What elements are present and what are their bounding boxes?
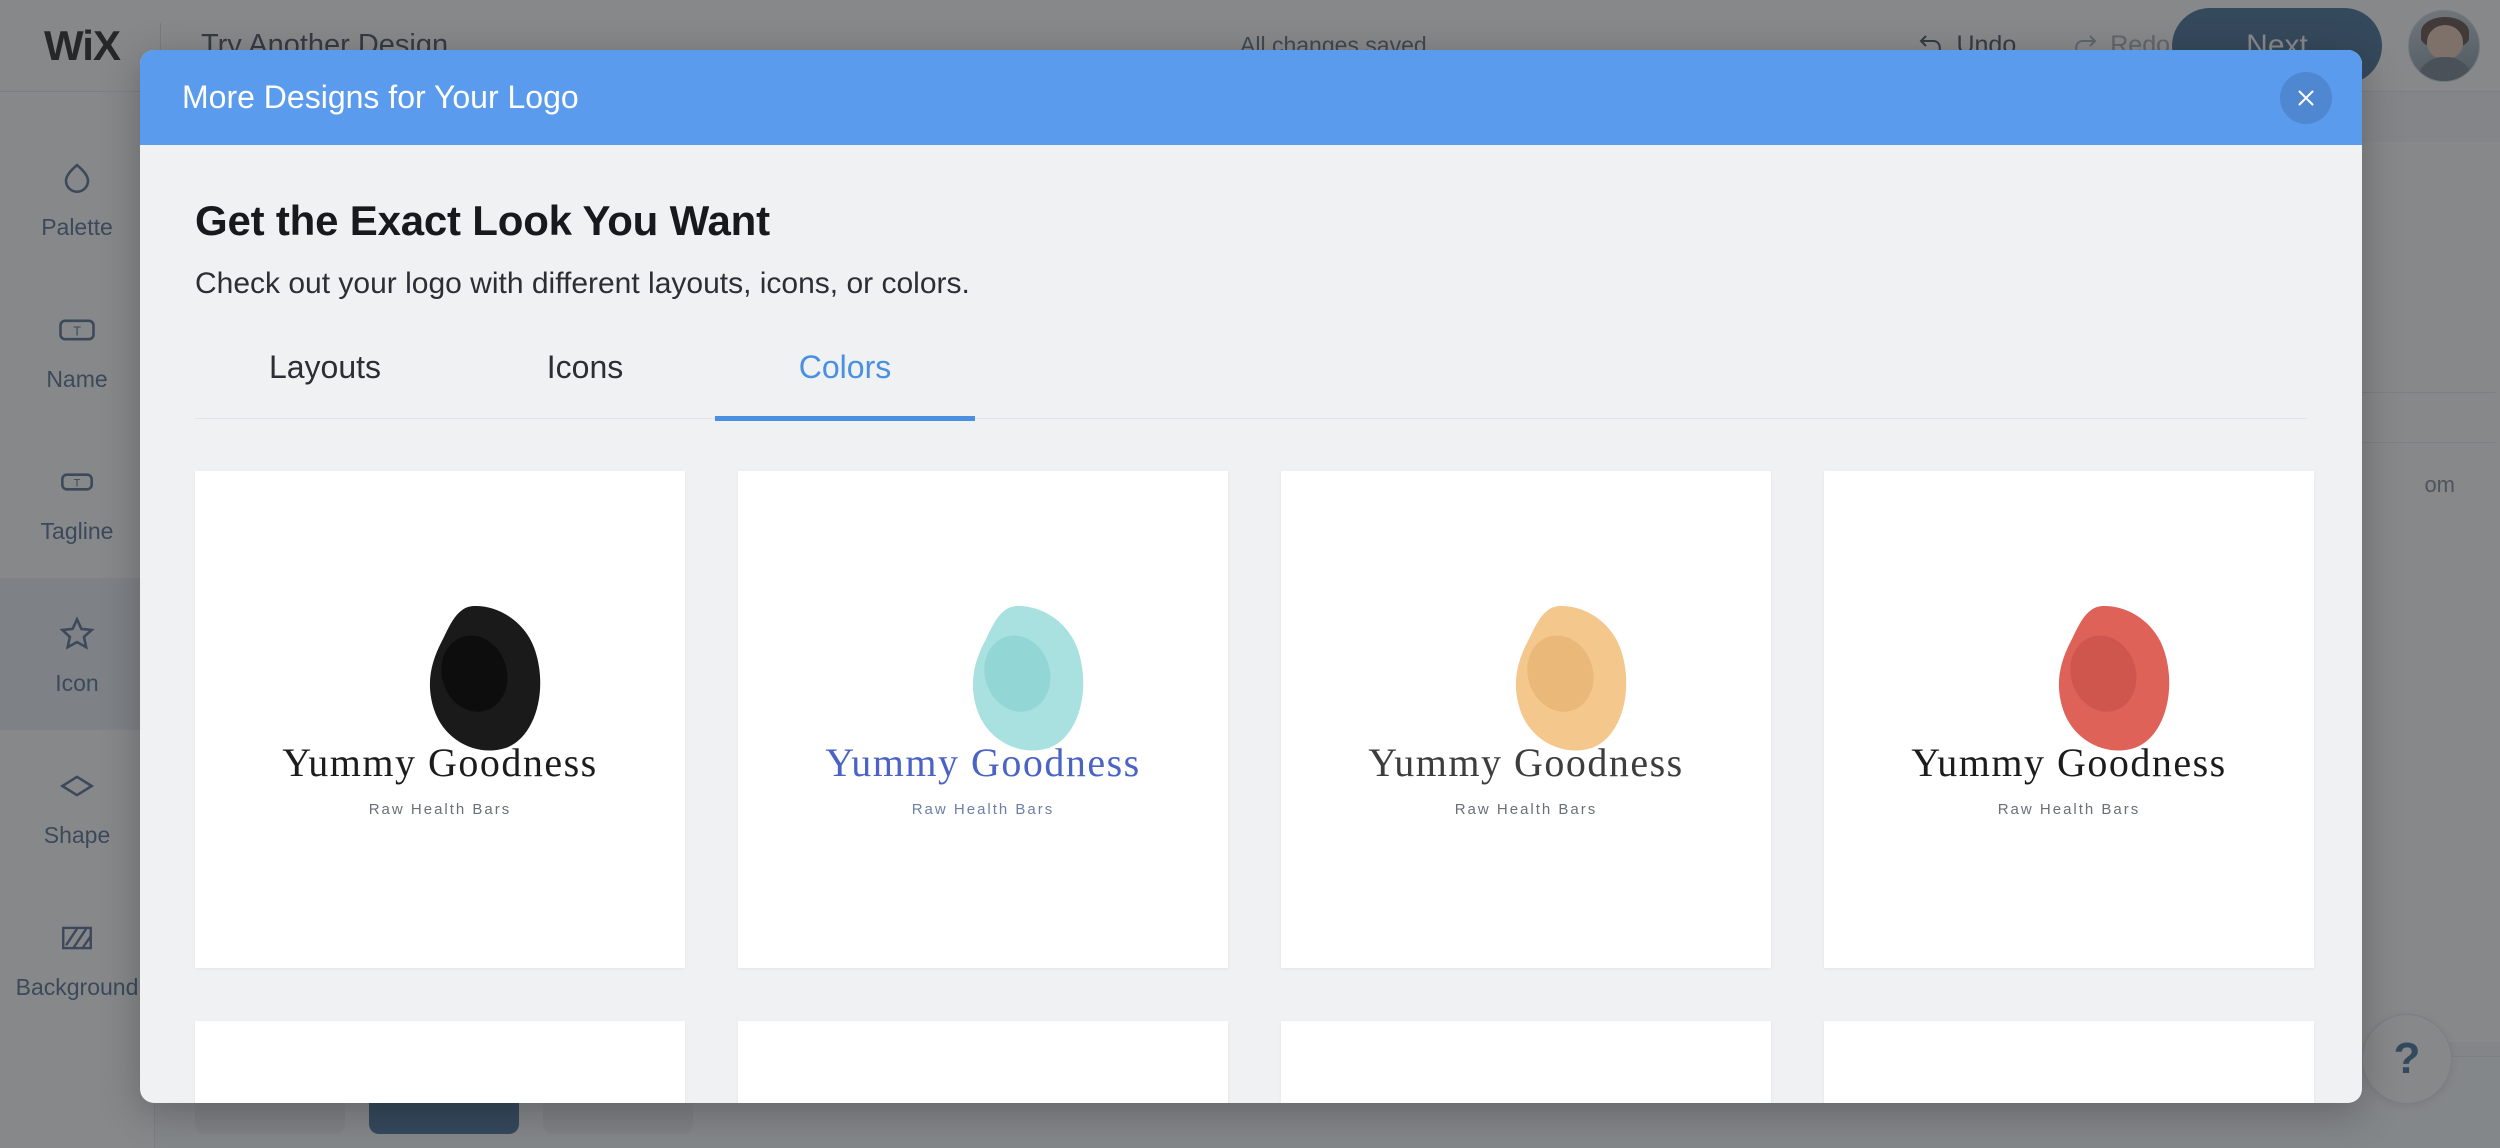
logo-card-name: Yummy Goodness bbox=[1368, 740, 1684, 785]
logo-card[interactable]: Yummy Goodness Raw Health Bars bbox=[738, 471, 1228, 968]
logo-card-tagline: Raw Health Bars bbox=[368, 801, 512, 818]
logo-card-tagline: Raw Health Bars bbox=[1997, 801, 2141, 818]
logo-card-name: Yummy Goodness bbox=[282, 740, 598, 785]
modal-body: Get the Exact Look You Want Check out yo… bbox=[140, 145, 2362, 1103]
logo-card[interactable]: Yummy Goodness Raw Health Bars bbox=[1281, 471, 1771, 968]
logo-card[interactable] bbox=[1281, 1021, 1771, 1103]
logo-card-tagline: Raw Health Bars bbox=[1454, 801, 1598, 818]
modal-tabs: Layouts Icons Colors bbox=[195, 349, 2307, 421]
logo-card-grid: Yummy Goodness Raw Health Bars Yummy Goo… bbox=[195, 471, 2314, 1103]
logo-card-tagline: Raw Health Bars bbox=[911, 801, 1055, 818]
logo-card[interactable]: Yummy Goodness Raw Health Bars bbox=[195, 471, 685, 968]
logo-card-name: Yummy Goodness bbox=[825, 740, 1141, 785]
logo-card[interactable] bbox=[195, 1021, 685, 1103]
modal-subheading: Check out your logo with different layou… bbox=[195, 267, 970, 300]
modal-heading: Get the Exact Look You Want bbox=[195, 197, 770, 244]
tab-layouts[interactable]: Layouts bbox=[195, 349, 455, 421]
close-icon bbox=[2298, 90, 2314, 106]
more-designs-modal: More Designs for Your Logo Get the Exact… bbox=[140, 50, 2362, 1103]
logo-card[interactable]: Yummy Goodness Raw Health Bars bbox=[1824, 471, 2314, 968]
modal-title: More Designs for Your Logo bbox=[182, 79, 579, 115]
modal-header: More Designs for Your Logo bbox=[140, 50, 2362, 145]
logo-card[interactable] bbox=[1824, 1021, 2314, 1103]
tab-icons[interactable]: Icons bbox=[455, 349, 715, 421]
logo-card-name: Yummy Goodness bbox=[1911, 740, 2227, 785]
close-button[interactable] bbox=[2280, 72, 2332, 124]
logo-card[interactable] bbox=[738, 1021, 1228, 1103]
tab-colors[interactable]: Colors bbox=[715, 349, 975, 421]
